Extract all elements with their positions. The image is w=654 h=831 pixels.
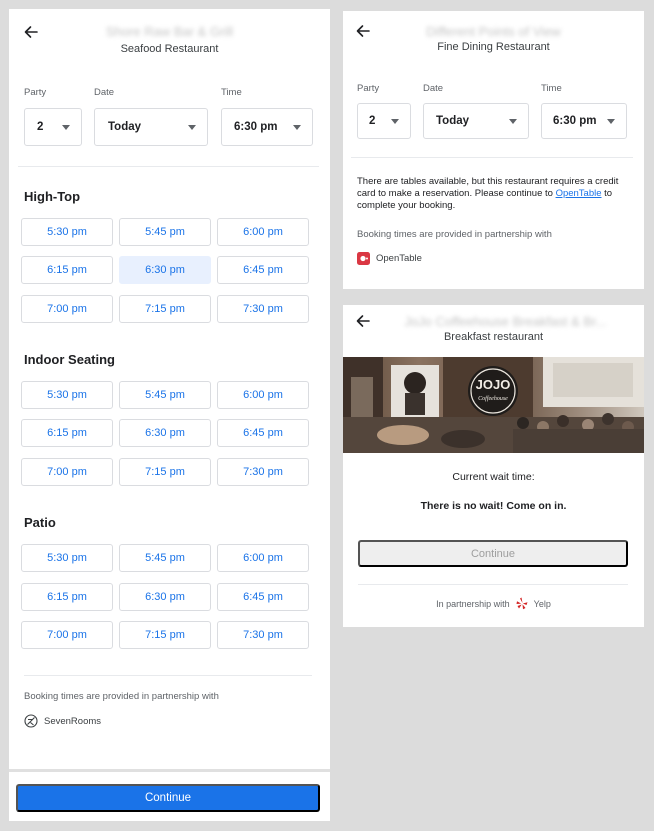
time-slot[interactable]: 7:00 pm [21,458,113,486]
restaurant-name: JoJo Coffeehouse Breakfast & Br... [404,314,607,329]
reservation-panel-fine-dining: Different Points of View Fine Dining Res… [343,11,644,289]
time-slot[interactable]: 6:15 pm [21,419,113,447]
continue-button-disabled[interactable]: Continue [358,540,628,567]
time-label: Time [221,87,242,98]
time-slot[interactable]: 6:00 pm [217,544,309,572]
section-title-patio: Patio [24,515,56,530]
partner-sevenrooms[interactable]: SevenRooms [24,714,101,728]
partner-yelp[interactable]: In partnership with Yelp [343,597,644,610]
time-slot[interactable]: 6:45 pm [217,256,309,284]
time-slot[interactable]: 6:15 pm [21,583,113,611]
restaurant-category: Fine Dining Restaurant [437,41,550,53]
party-select[interactable]: 2 [357,103,411,139]
wait-time-label: Current wait time: [452,471,535,483]
party-value: 2 [369,115,376,127]
time-slot-selected[interactable]: 6:30 pm [119,256,211,284]
chevron-down-icon [607,119,615,124]
time-slot[interactable]: 5:30 pm [21,381,113,409]
time-slot[interactable]: 6:00 pm [217,381,309,409]
date-value: Today [436,115,470,127]
partner-name: OpenTable [376,253,422,264]
partner-note: Booking times are provided in partnershi… [357,229,552,240]
time-select[interactable]: 6:30 pm [221,108,313,146]
time-slot[interactable]: 6:45 pm [217,583,309,611]
back-arrow-icon[interactable] [353,311,373,331]
wait-time-value: There is no wait! Come on in. [420,500,567,512]
chevron-down-icon [62,125,70,130]
divider [24,675,312,676]
restaurant-category: Breakfast restaurant [443,331,544,343]
time-slot[interactable]: 7:00 pm [21,621,113,649]
restaurant-category: Seafood Restaurant [120,43,219,55]
reservation-panel-seafood: Shore Raw Bar & Grill Seafood Restaurant… [9,9,330,821]
time-slot[interactable]: 6:45 pm [217,419,309,447]
time-slot[interactable]: 7:00 pm [21,295,113,323]
sign-logo-text: JOJO [476,377,511,392]
yelp-logo-icon [516,597,528,610]
time-value: 6:30 pm [234,121,278,133]
time-slot[interactable]: 5:30 pm [21,218,113,246]
credit-card-notice: There are tables available, but this res… [357,176,631,212]
section-title-indoor-seating: Indoor Seating [24,352,115,367]
time-slot[interactable]: 6:30 pm [119,419,211,447]
time-slot[interactable]: 6:15 pm [21,256,113,284]
divider [18,166,319,167]
divider [351,157,633,158]
time-slot[interactable]: 7:30 pm [217,458,309,486]
time-slot[interactable]: 7:30 pm [217,295,309,323]
date-select[interactable]: Today [423,103,529,139]
time-slot[interactable]: 5:45 pm [119,544,211,572]
waitlist-panel-breakfast: JoJo Coffeehouse Breakfast & Br... Break… [343,305,644,627]
opentable-logo-icon [357,252,370,265]
party-value: 2 [37,121,44,133]
partner-prefix: In partnership with [436,598,510,609]
date-label: Date [423,83,444,94]
time-slot[interactable]: 7:30 pm [217,621,309,649]
time-slot[interactable]: 6:30 pm [119,583,211,611]
partner-name: Yelp [533,598,551,609]
opentable-link[interactable]: OpenTable [556,188,602,199]
section-title-high-top: High-Top [24,189,81,204]
time-slot[interactable]: 6:00 pm [217,218,309,246]
date-label: Date [94,87,115,98]
time-slot[interactable]: 7:15 pm [119,295,211,323]
restaurant-name: Different Points of View [426,24,561,39]
chevron-down-icon [509,119,517,124]
sevenrooms-logo-icon [24,714,38,728]
partner-name: SevenRooms [44,715,102,727]
time-slot[interactable]: 7:15 pm [119,458,211,486]
time-slot[interactable]: 5:30 pm [21,544,113,572]
time-select[interactable]: 6:30 pm [541,103,627,139]
time-slot[interactable]: 7:15 pm [119,621,211,649]
chevron-down-icon [391,119,399,124]
time-slot[interactable]: 5:45 pm [119,218,211,246]
party-label: Party [357,83,380,94]
time-value: 6:30 pm [553,115,597,127]
time-label: Time [541,83,562,94]
party-select[interactable]: 2 [24,108,82,146]
time-slot[interactable]: 5:45 pm [119,381,211,409]
chevron-down-icon [293,125,301,130]
date-select[interactable]: Today [94,108,208,146]
partner-opentable[interactable]: OpenTable [357,252,422,265]
continue-button[interactable]: Continue [16,784,320,812]
restaurant-photo: JOJO Coffeehouse [343,357,644,453]
footer-bar: Continue [9,769,330,821]
partner-note: Booking times are provided in partnershi… [24,691,219,702]
party-label: Party [24,87,47,98]
restaurant-name: Shore Raw Bar & Grill [105,24,234,39]
sign-logo-subtext: Coffeehouse [478,395,508,402]
chevron-down-icon [188,125,196,130]
date-value: Today [108,121,142,133]
divider [358,584,628,585]
